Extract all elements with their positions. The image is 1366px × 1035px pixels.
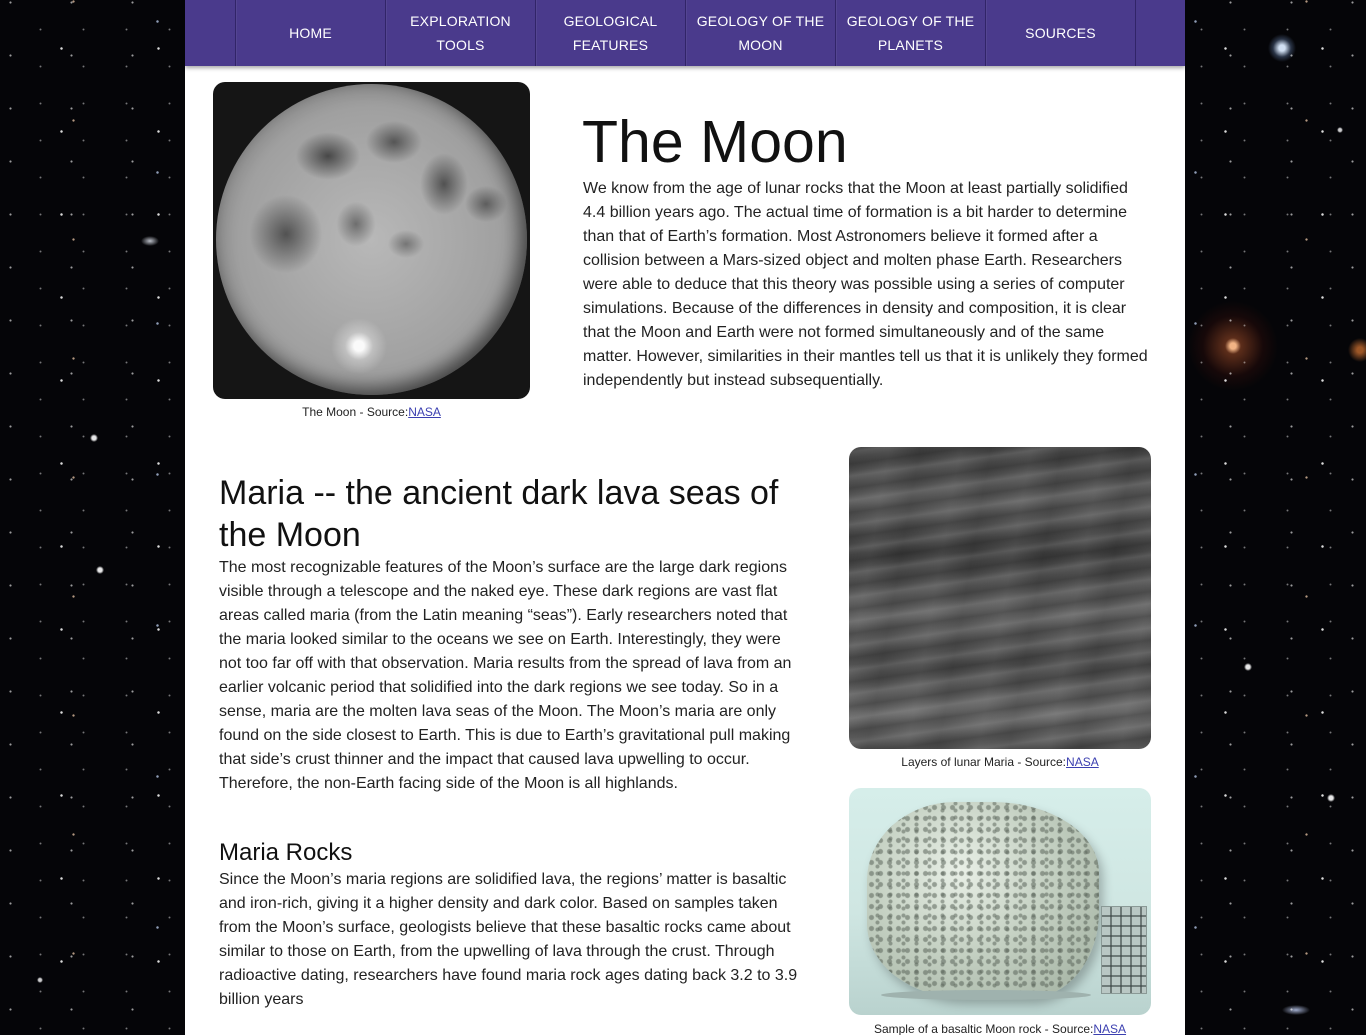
- intro-paragraph: We know from the age of lunar rocks that…: [583, 180, 1148, 389]
- maria-caption-text: Layers of lunar Maria - Source:: [901, 755, 1067, 769]
- moon-image: [213, 82, 530, 399]
- main-navigation: HOME EXPLORATION TOOLS GEOLOGICAL FEATUR…: [185, 0, 1185, 66]
- nav-item-sources[interactable]: SOURCES: [985, 0, 1136, 66]
- maria-rocks-heading: Maria Rocks: [219, 839, 353, 866]
- nav-item-exploration-tools[interactable]: EXPLORATION TOOLS: [385, 0, 535, 66]
- page-container: HOME EXPLORATION TOOLS GEOLOGICAL FEATUR…: [185, 0, 1185, 1035]
- maria-image-caption: Layers of lunar Maria - Source:NASA: [849, 755, 1151, 769]
- maria-heading: Maria -- the ancient dark lava seas of t…: [219, 474, 779, 554]
- rock-caption-text: Sample of a basaltic Moon rock - Source:: [873, 1022, 1094, 1035]
- rock-image-caption: Sample of a basaltic Moon rock - Source:…: [849, 1022, 1151, 1035]
- rock-stand-graphic: [881, 990, 1091, 1000]
- moon-image-caption: The Moon - Source:NASA: [213, 405, 530, 419]
- lunar-maria-layers-image: [849, 447, 1151, 749]
- nav-item-home[interactable]: HOME: [235, 0, 385, 66]
- moon-disc-graphic: [216, 84, 527, 395]
- maria-caption-source-link[interactable]: NASA: [1066, 755, 1099, 769]
- scale-cube-graphic: [1101, 906, 1147, 994]
- moon-caption-source-link[interactable]: NASA: [408, 405, 441, 419]
- maria-rocks-paragraph: Since the Moon’s maria regions are solid…: [219, 871, 798, 1008]
- maria-paragraph: The most recognizable features of the Mo…: [219, 559, 792, 792]
- rock-caption-source-link[interactable]: NASA: [1093, 1022, 1126, 1035]
- nav-item-geological-features[interactable]: GEOLOGICAL FEATURES: [535, 0, 685, 66]
- nav-item-geology-of-the-planets[interactable]: GEOLOGY OF THE PLANETS: [835, 0, 985, 66]
- nav-item-geology-of-the-moon[interactable]: GEOLOGY OF THE MOON: [685, 0, 835, 66]
- moon-caption-text: The Moon - Source:: [302, 405, 409, 419]
- rock-graphic: [867, 802, 1099, 998]
- page-title: The Moon: [582, 109, 848, 175]
- basaltic-moon-rock-image: [849, 788, 1151, 1015]
